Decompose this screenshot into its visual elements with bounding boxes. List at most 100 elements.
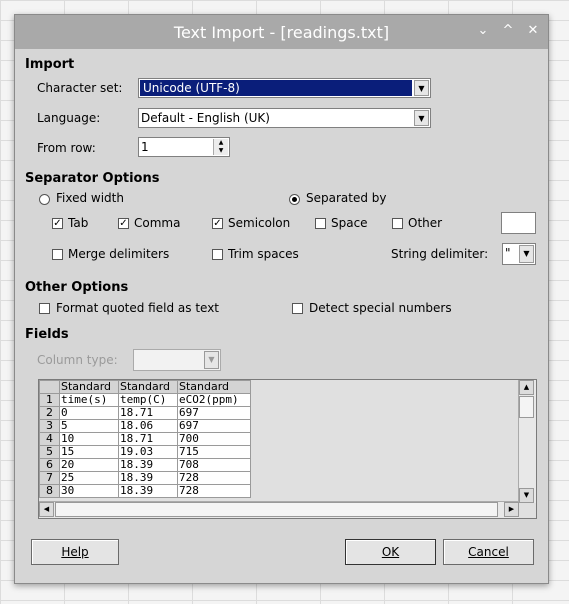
other-input[interactable] xyxy=(501,212,536,234)
string-delimiter-label: String delimiter: xyxy=(391,247,488,261)
dialog-title: Text Import - [readings.txt] xyxy=(15,23,548,42)
table-cell: 0 xyxy=(60,407,119,420)
import-section-heading: Import xyxy=(25,57,74,72)
charset-select[interactable]: Unicode (UTF-8) ▼ xyxy=(138,78,431,98)
column-type-select[interactable]: ▼ xyxy=(133,349,221,371)
chevron-down-icon[interactable]: ▼ xyxy=(204,351,219,369)
trim-spaces-label: Trim spaces xyxy=(228,247,299,261)
language-label: Language: xyxy=(37,111,100,125)
row-header: 4 xyxy=(40,433,60,446)
title-bar[interactable]: Text Import - [readings.txt] ⌄ ^ ✕ xyxy=(15,15,548,49)
cancel-button-label: Cancel xyxy=(468,545,509,559)
other-checkbox[interactable] xyxy=(392,218,403,229)
preview-table: Standard Standard Standard 1 time(s) tem… xyxy=(39,380,251,498)
minimize-icon[interactable]: ⌄ xyxy=(474,22,492,40)
table-cell: 18.71 xyxy=(119,433,178,446)
from-row-value: 1 xyxy=(141,140,149,154)
table-cell: 18.71 xyxy=(119,407,178,420)
detect-special-label: Detect special numbers xyxy=(309,301,452,315)
table-cell: 728 xyxy=(178,472,251,485)
tab-label: Tab xyxy=(68,216,88,230)
table-cell: 30 xyxy=(60,485,119,498)
table-cell: eCO2(ppm) xyxy=(178,394,251,407)
chevron-down-icon[interactable]: ▼ xyxy=(414,110,429,126)
table-cell: 728 xyxy=(178,485,251,498)
scroll-left-icon[interactable]: ◀ xyxy=(39,502,54,517)
fixed-width-radio[interactable] xyxy=(39,194,50,205)
separator-section-heading: Separator Options xyxy=(25,171,159,186)
spin-arrows-icon[interactable]: ▲▼ xyxy=(213,139,228,155)
scroll-up-icon[interactable]: ▲ xyxy=(519,380,534,395)
scroll-thumb[interactable] xyxy=(55,502,498,517)
scroll-thumb[interactable] xyxy=(519,396,534,418)
ok-button[interactable]: OK xyxy=(345,539,436,565)
row-header: 5 xyxy=(40,446,60,459)
space-label: Space xyxy=(331,216,368,230)
table-cell: 18.06 xyxy=(119,420,178,433)
help-button[interactable]: Help xyxy=(31,539,119,565)
chevron-down-icon[interactable]: ▼ xyxy=(519,245,534,263)
vertical-scrollbar[interactable]: ▲ ▼ xyxy=(518,380,536,503)
table-cell: 5 xyxy=(60,420,119,433)
separated-by-radio[interactable] xyxy=(289,194,300,205)
space-checkbox[interactable] xyxy=(315,218,326,229)
chevron-down-icon[interactable]: ▼ xyxy=(414,80,429,96)
preview-grid[interactable]: Standard Standard Standard 1 time(s) tem… xyxy=(38,379,537,519)
trim-spaces-checkbox[interactable] xyxy=(212,249,223,260)
comma-checkbox[interactable]: ✓ xyxy=(118,218,129,229)
row-header: 1 xyxy=(40,394,60,407)
table-row: 3 5 18.06 697 xyxy=(40,420,251,433)
maximize-icon[interactable]: ^ xyxy=(499,22,517,40)
row-header: 2 xyxy=(40,407,60,420)
table-cell: time(s) xyxy=(60,394,119,407)
table-cell: 708 xyxy=(178,459,251,472)
table-cell: 25 xyxy=(60,472,119,485)
column-header[interactable]: Standard xyxy=(119,381,178,394)
table-cell: 18.39 xyxy=(119,472,178,485)
table-row: 6 20 18.39 708 xyxy=(40,459,251,472)
column-header[interactable]: Standard xyxy=(178,381,251,394)
cancel-button[interactable]: Cancel xyxy=(443,539,534,565)
table-cell: 15 xyxy=(60,446,119,459)
ok-button-label: OK xyxy=(382,545,399,559)
scroll-right-icon[interactable]: ▶ xyxy=(504,502,519,517)
fixed-width-label: Fixed width xyxy=(56,191,124,205)
row-header: 8 xyxy=(40,485,60,498)
format-quoted-label: Format quoted field as text xyxy=(56,301,219,315)
from-row-label: From row: xyxy=(37,141,96,155)
horizontal-scrollbar[interactable]: ◀ ▶ xyxy=(39,501,519,518)
merge-delimiters-checkbox[interactable] xyxy=(52,249,63,260)
string-delimiter-value: " xyxy=(505,246,511,260)
merge-delimiters-label: Merge delimiters xyxy=(68,247,169,261)
table-cell: 697 xyxy=(178,407,251,420)
table-cell: temp(C) xyxy=(119,394,178,407)
table-cell: 18.39 xyxy=(119,459,178,472)
table-cell: 20 xyxy=(60,459,119,472)
table-row: 8 30 18.39 728 xyxy=(40,485,251,498)
table-row: 4 10 18.71 700 xyxy=(40,433,251,446)
charset-label: Character set: xyxy=(37,81,122,95)
table-cell: 700 xyxy=(178,433,251,446)
semicolon-checkbox[interactable]: ✓ xyxy=(212,218,223,229)
charset-value: Unicode (UTF-8) xyxy=(140,80,412,96)
text-import-dialog: Text Import - [readings.txt] ⌄ ^ ✕ Impor… xyxy=(14,14,549,584)
close-icon[interactable]: ✕ xyxy=(524,22,542,40)
column-header[interactable]: Standard xyxy=(60,381,119,394)
row-header: 6 xyxy=(40,459,60,472)
table-row: 1 time(s) temp(C) eCO2(ppm) xyxy=(40,394,251,407)
table-cell: 10 xyxy=(60,433,119,446)
from-row-spinner[interactable]: 1 ▲▼ xyxy=(138,137,230,157)
format-quoted-checkbox[interactable] xyxy=(39,303,50,314)
language-value: Default - English (UK) xyxy=(141,111,270,125)
tab-checkbox[interactable]: ✓ xyxy=(52,218,63,229)
language-select[interactable]: Default - English (UK) ▼ xyxy=(138,108,431,128)
fields-section-heading: Fields xyxy=(25,327,69,342)
other-label: Other xyxy=(408,216,442,230)
string-delimiter-select[interactable]: " ▼ xyxy=(502,243,536,265)
scroll-down-icon[interactable]: ▼ xyxy=(519,488,534,503)
detect-special-checkbox[interactable] xyxy=(292,303,303,314)
column-type-label: Column type: xyxy=(37,353,118,367)
row-header: 7 xyxy=(40,472,60,485)
table-cell: 715 xyxy=(178,446,251,459)
table-row: 2 0 18.71 697 xyxy=(40,407,251,420)
